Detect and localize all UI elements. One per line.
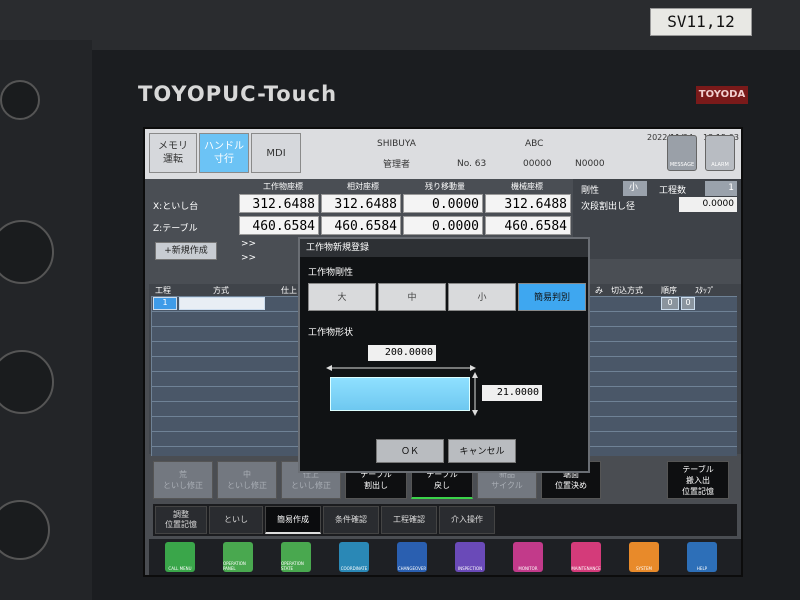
table-header-stop: ｽﾀｯﾌﾟ bbox=[695, 286, 715, 295]
rigidity-medium-option[interactable]: 中 bbox=[378, 283, 446, 311]
call-menu-icon[interactable]: CALL MENU bbox=[165, 542, 195, 572]
rigidity-section-label: 工作物剛性 bbox=[308, 268, 354, 278]
tab-condition-check[interactable]: 条件確認 bbox=[323, 506, 379, 534]
hmi-screen: メモリ 運転 ハンドル 寸行 MDI SHIBUYA 管理者 ABC No. 6… bbox=[143, 127, 743, 577]
tab-easy-create[interactable]: 簡易作成 bbox=[265, 506, 321, 534]
workpiece-shape-preview bbox=[330, 377, 470, 411]
x-work-coord: 312.6488 bbox=[239, 194, 319, 213]
spindle-dial-knob[interactable] bbox=[0, 220, 54, 284]
step-1-cell[interactable]: 1 bbox=[153, 297, 177, 310]
col-header-work: 工作物座標 bbox=[263, 182, 303, 191]
top-dial-knob[interactable] bbox=[0, 80, 40, 120]
dialog-title: 工作物新規登録 bbox=[300, 239, 588, 257]
medium-wheel-dress-button[interactable]: 中 といし修正 bbox=[217, 461, 277, 499]
table-load-position-memory-button[interactable]: テーブル 搬入出 位置記憶 bbox=[667, 461, 729, 499]
order-cell-b[interactable]: 0 bbox=[681, 297, 695, 310]
shape-section-label: 工作物形状 bbox=[308, 328, 354, 338]
sequence-number: 00000 bbox=[523, 159, 552, 169]
system-icon[interactable]: SYSTEM bbox=[629, 542, 659, 572]
message-icon[interactable]: MESSAGE bbox=[667, 135, 697, 171]
table-header-cut-method: 切込方式 bbox=[611, 286, 643, 295]
bottom-dial-knob[interactable] bbox=[0, 500, 50, 560]
rough-wheel-dress-button[interactable]: 荒 といし修正 bbox=[153, 461, 213, 499]
z-relative-coord: 460.6584 bbox=[321, 216, 401, 235]
axis-label-x: X:といし台 bbox=[153, 202, 199, 212]
user-name: SHIBUYA bbox=[377, 139, 416, 149]
next-diameter-value: 0.0000 bbox=[679, 197, 737, 212]
x-remaining: 0.0000 bbox=[403, 194, 483, 213]
rigidity-value: 小 bbox=[623, 181, 647, 196]
user-role: 管理者 bbox=[383, 160, 411, 170]
col-header-machine: 機械座標 bbox=[511, 182, 543, 191]
alarm-icon[interactable]: ALARM bbox=[705, 135, 735, 171]
operation-panel-icon[interactable]: OPERATION PANEL bbox=[223, 542, 253, 572]
workpiece-width-field[interactable]: 200.0000 bbox=[368, 345, 436, 361]
operation-state-icon[interactable]: OPERATION STATE bbox=[281, 542, 311, 572]
tab-intervention[interactable]: 介入操作 bbox=[439, 506, 495, 534]
steps-label: 工程数 bbox=[659, 186, 687, 196]
rigidity-label: 剛性 bbox=[581, 186, 600, 196]
table-header-method: 方式 bbox=[213, 286, 229, 295]
cancel-button[interactable]: キャンセル bbox=[448, 439, 516, 463]
width-arrow-icon bbox=[326, 365, 476, 371]
n-number: N0000 bbox=[575, 159, 605, 169]
rigidity-small-option[interactable]: 小 bbox=[448, 283, 516, 311]
z-machine-coord: 460.6584 bbox=[485, 216, 571, 235]
steps-value: 1 bbox=[705, 181, 737, 196]
mdi-button[interactable]: MDI bbox=[251, 133, 301, 173]
tab-position-memory[interactable]: 調整 位置記憶 bbox=[155, 506, 207, 534]
coordinate-icon[interactable]: COORDINATE bbox=[339, 542, 369, 572]
new-workpiece-dialog: 工作物新規登録 工作物剛性 大 中 小 簡易判別 工作物形状 200.0000 … bbox=[298, 237, 590, 473]
next-diameter-label: 次段割出し径 bbox=[581, 202, 636, 212]
arrow-indicator-2: >> bbox=[241, 253, 257, 263]
x-relative-coord: 312.6488 bbox=[321, 194, 401, 213]
side-control-panel bbox=[0, 40, 92, 600]
col-header-relative: 相対座標 bbox=[347, 182, 379, 191]
axis-label-z: Z:テーブル bbox=[153, 224, 198, 234]
workpiece-height-field[interactable]: 21.0000 bbox=[482, 385, 542, 401]
z-remaining: 0.0000 bbox=[403, 216, 483, 235]
inspection-icon[interactable]: INSPECTION bbox=[455, 542, 485, 572]
tab-process-check[interactable]: 工程確認 bbox=[381, 506, 437, 534]
changeover-icon[interactable]: CHANGEOVER bbox=[397, 542, 427, 572]
order-cell-a[interactable]: 0 bbox=[661, 297, 679, 310]
z-work-coord: 460.6584 bbox=[239, 216, 319, 235]
program-name: ABC bbox=[525, 139, 544, 149]
handle-feed-button[interactable]: ハンドル 寸行 bbox=[199, 133, 249, 173]
table-dial-knob[interactable] bbox=[0, 350, 54, 414]
rigidity-large-option[interactable]: 大 bbox=[308, 283, 376, 311]
table-header-mi: み bbox=[595, 286, 603, 295]
help-icon[interactable]: HELP bbox=[687, 542, 717, 572]
arrow-indicator-1: >> bbox=[241, 239, 257, 249]
sv-label-plate: SV11,12 bbox=[650, 8, 752, 36]
monitor-icon[interactable]: MONITOR bbox=[513, 542, 543, 572]
rigidity-simple-judge-option[interactable]: 簡易判別 bbox=[518, 283, 586, 311]
program-number: No. 63 bbox=[457, 159, 487, 169]
maintenance-icon[interactable]: MAINTENANCE bbox=[571, 542, 601, 572]
machine-photo: SV11,12 TOYOPUC-Touch TOYODA メモリ 運転 ハンドル… bbox=[0, 0, 800, 600]
table-header-order: 順序 bbox=[661, 286, 677, 295]
x-machine-coord: 312.6488 bbox=[485, 194, 571, 213]
memory-run-button[interactable]: メモリ 運転 bbox=[149, 133, 197, 173]
method-cell-1[interactable] bbox=[179, 297, 265, 310]
ok-button[interactable]: ＯＫ bbox=[376, 439, 444, 463]
tab-wheel[interactable]: といし bbox=[209, 506, 263, 534]
col-header-remaining: 残り移動量 bbox=[425, 182, 465, 191]
height-arrow-icon bbox=[472, 372, 478, 416]
table-header-finish: 仕上 bbox=[281, 286, 297, 295]
brand-badge: TOYODA bbox=[696, 86, 748, 104]
new-create-button[interactable]: +新規作成 bbox=[155, 242, 217, 260]
brand-logo: TOYOPUC-Touch bbox=[138, 82, 338, 106]
table-header-step: 工程 bbox=[155, 286, 171, 295]
